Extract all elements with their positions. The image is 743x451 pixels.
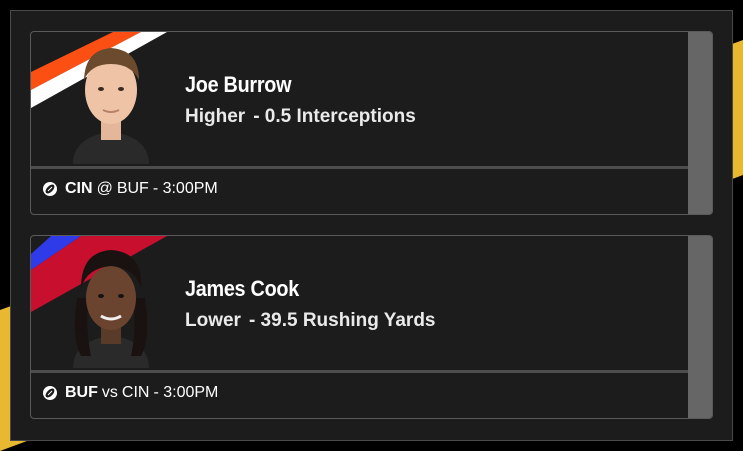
game-info: BUF vs CIN - 3:00PM <box>43 384 218 402</box>
card-side-rail <box>688 32 712 214</box>
player-headshot <box>73 48 149 164</box>
matchup-connector: @ <box>96 180 113 197</box>
player-name: James Cook <box>185 276 299 301</box>
opponent-abbr: CIN <box>121 384 150 401</box>
football-icon <box>43 182 57 196</box>
player-name: Joe Burrow <box>185 72 292 97</box>
opponent-abbr: BUF <box>116 180 149 197</box>
matchup-connector: vs <box>101 384 118 401</box>
stat-line: - 39.5 Rushing Yards <box>248 310 436 331</box>
stat-line: - 0.5 Interceptions <box>253 106 416 127</box>
pick-line: Higher - 0.5 Interceptions <box>185 106 416 128</box>
football-icon <box>43 386 57 400</box>
game-info: CIN @ BUF - 3:00PM <box>43 180 218 198</box>
pick-direction: Higher <box>185 106 246 127</box>
game-time: - 3:00PM <box>153 384 219 401</box>
card-divider <box>31 166 690 169</box>
game-time: - 3:00PM <box>152 180 218 197</box>
pick-direction: Lower <box>185 310 241 331</box>
pick-line: Lower - 39.5 Rushing Yards <box>185 310 436 332</box>
picks-panel: Joe Burrow Higher - 0.5 Interceptions CIN… <box>10 10 733 441</box>
pick-card-2[interactable]: James Cook Lower - 39.5 Rushing Yards BUF… <box>30 235 713 419</box>
player-headshot <box>73 250 149 368</box>
team-abbr: BUF <box>65 384 98 401</box>
pick-card-1[interactable]: Joe Burrow Higher - 0.5 Interceptions CIN… <box>30 31 713 215</box>
card-side-rail <box>688 236 712 418</box>
team-abbr: CIN <box>65 180 93 197</box>
card-divider <box>31 370 690 373</box>
